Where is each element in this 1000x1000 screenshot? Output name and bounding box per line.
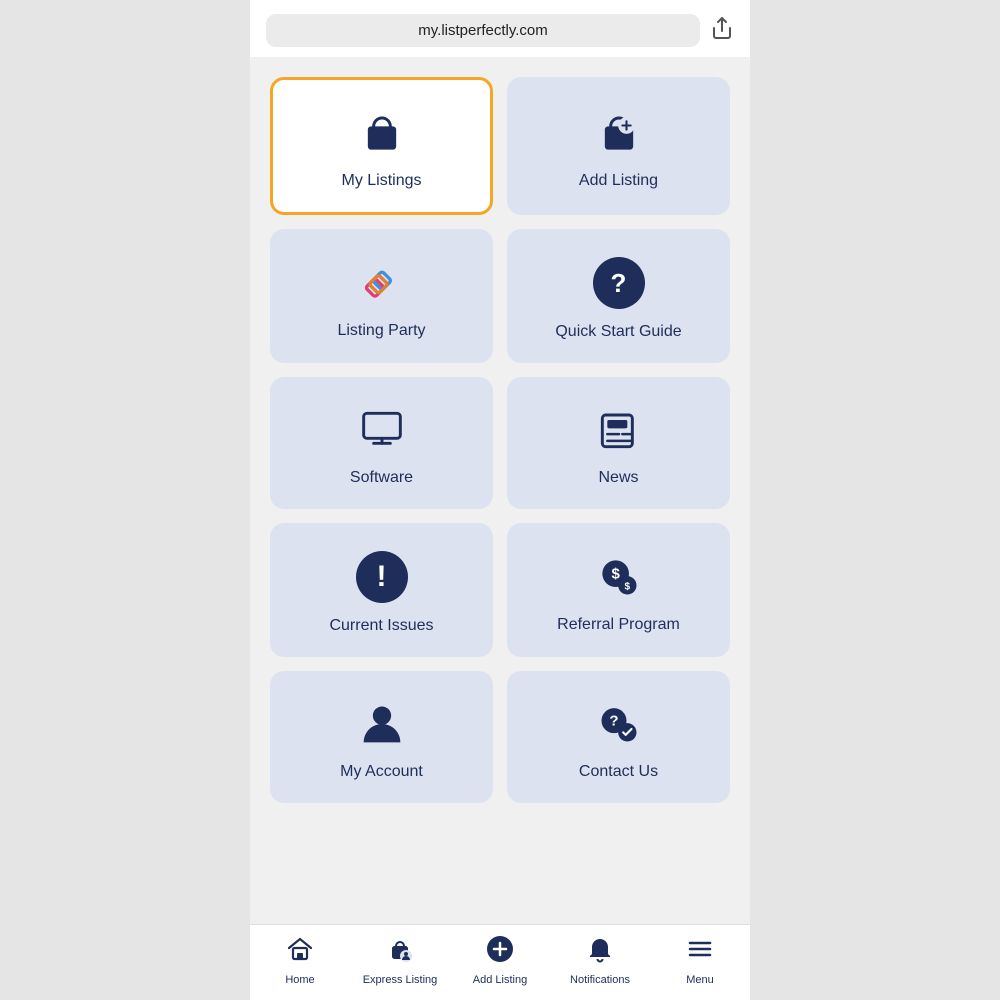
grid-item-contact-us[interactable]: ? Contact Us (507, 671, 730, 803)
url-text: my.listperfectly.com (418, 22, 547, 39)
question-circle-icon: ? (593, 257, 645, 309)
news-label: News (598, 469, 638, 487)
bag-plus-icon (594, 108, 644, 158)
grid-item-my-account[interactable]: My Account (270, 671, 493, 803)
address-bar: my.listperfectly.com (250, 0, 750, 57)
grid-item-add-listing[interactable]: Add Listing (507, 77, 730, 215)
dollar-chat-icon: $ $ (594, 552, 644, 602)
add-listing-nav-icon (486, 935, 514, 970)
quick-start-guide-label: Quick Start Guide (555, 323, 681, 341)
share-icon[interactable] (710, 16, 734, 46)
svg-text:$: $ (611, 566, 620, 583)
grid-item-my-listings[interactable]: My Listings (270, 77, 493, 215)
express-listing-nav-label: Express Listing (363, 974, 438, 986)
home-nav-label: Home (285, 974, 314, 986)
contact-us-label: Contact Us (579, 763, 658, 781)
grid-item-referral-program[interactable]: $ $ Referral Program (507, 523, 730, 657)
exclamation-circle-icon: ! (356, 551, 408, 603)
main-content: My Listings Add Listing (250, 57, 750, 924)
nav-item-express-listing[interactable]: Express Listing (350, 935, 450, 986)
nav-item-add-listing[interactable]: Add Listing (450, 935, 550, 986)
my-listings-label: My Listings (341, 172, 421, 190)
home-icon (286, 935, 314, 970)
menu-nav-label: Menu (686, 974, 714, 986)
menu-icon (686, 935, 714, 970)
add-listing-nav-label: Add Listing (473, 974, 527, 986)
listing-party-label: Listing Party (337, 322, 425, 340)
bell-icon (586, 935, 614, 970)
nav-item-menu[interactable]: Menu (650, 935, 750, 986)
add-listing-label: Add Listing (579, 172, 658, 190)
url-field[interactable]: my.listperfectly.com (266, 14, 700, 47)
person-icon (357, 699, 407, 749)
nav-item-home[interactable]: Home (250, 935, 350, 986)
software-label: Software (350, 469, 413, 487)
bottom-nav: Home Express Listing (250, 924, 750, 1000)
grid-item-listing-party[interactable]: Listing Party (270, 229, 493, 363)
chat-question-icon: ? (594, 699, 644, 749)
monitor-icon (357, 405, 407, 455)
my-account-label: My Account (340, 763, 423, 781)
bag-icon (357, 108, 407, 158)
menu-grid: My Listings Add Listing (270, 77, 730, 803)
grid-item-quick-start-guide[interactable]: ? Quick Start Guide (507, 229, 730, 363)
nav-item-notifications[interactable]: Notifications (550, 935, 650, 986)
grid-item-software[interactable]: Software (270, 377, 493, 509)
newspaper-icon (594, 405, 644, 455)
notifications-nav-label: Notifications (570, 974, 630, 986)
referral-program-label: Referral Program (557, 616, 680, 634)
grid-item-news[interactable]: News (507, 377, 730, 509)
listing-party-icon (357, 258, 407, 308)
svg-text:?: ? (609, 713, 618, 730)
express-listing-icon (386, 935, 414, 970)
svg-text:$: $ (624, 582, 630, 593)
grid-item-current-issues[interactable]: ! Current Issues (270, 523, 493, 657)
current-issues-label: Current Issues (329, 617, 433, 635)
phone-frame: my.listperfectly.com My Lis (250, 0, 750, 1000)
